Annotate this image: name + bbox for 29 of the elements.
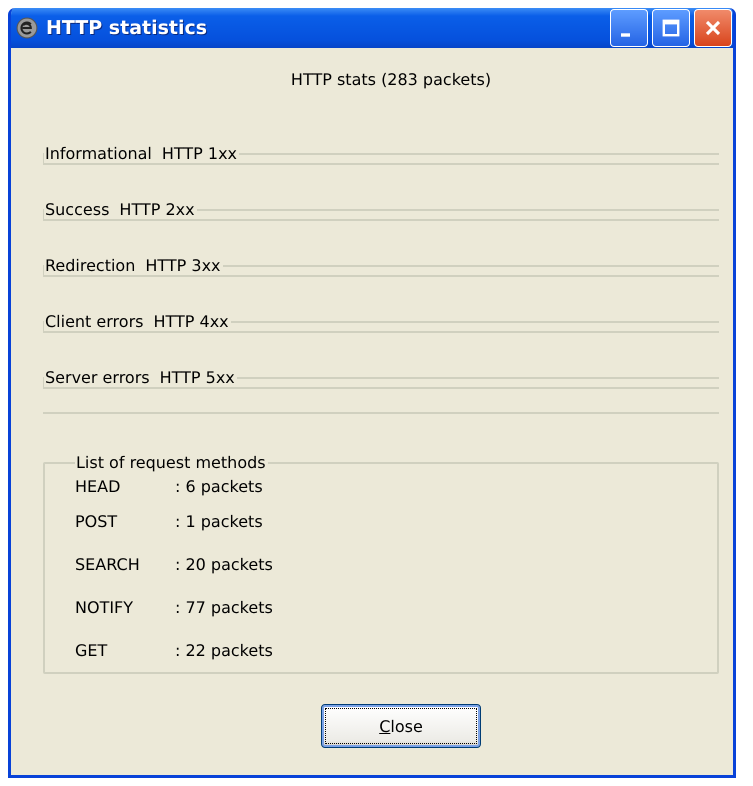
status-code-label: HTTP 3xx: [145, 256, 221, 275]
app-icon: [16, 17, 38, 39]
close-button[interactable]: [694, 9, 732, 47]
method-name: HEAD: [75, 476, 122, 496]
status-code-label: HTTP 1xx: [162, 144, 238, 163]
group-label: List of request methods: [76, 453, 266, 472]
packet-count: : 77 packets: [175, 598, 273, 617]
packet-count: : 6 packets: [175, 476, 263, 496]
minimize-icon: [620, 33, 630, 37]
status-code-label: HTTP 5xx: [160, 368, 235, 387]
group-label: Client errors: [45, 312, 144, 331]
method-name: NOTIFY: [75, 598, 134, 617]
group-label: Redirection: [45, 256, 136, 275]
method-name: SEARCH: [75, 555, 141, 574]
method-name: GET: [75, 641, 108, 660]
group-label: Informational: [45, 144, 152, 163]
maximize-button[interactable]: [652, 9, 690, 47]
minimize-button[interactable]: [610, 9, 648, 47]
status-code-label: HTTP 4xx: [153, 312, 229, 331]
stats-heading: HTTP stats (283 packets): [290, 70, 492, 89]
method-name: POST: [75, 512, 118, 531]
packet-count: : 22 packets: [175, 641, 273, 660]
close-dialog-button[interactable]: Close: [321, 704, 481, 748]
packet-count: : 20 packets: [175, 555, 273, 574]
status-code-label: HTTP 2xx: [119, 200, 195, 219]
window-title: HTTP statistics: [46, 17, 208, 39]
group-label: Server errors: [45, 368, 150, 387]
group-label: Success: [45, 200, 110, 219]
packet-count: : 1 packets: [175, 512, 263, 531]
